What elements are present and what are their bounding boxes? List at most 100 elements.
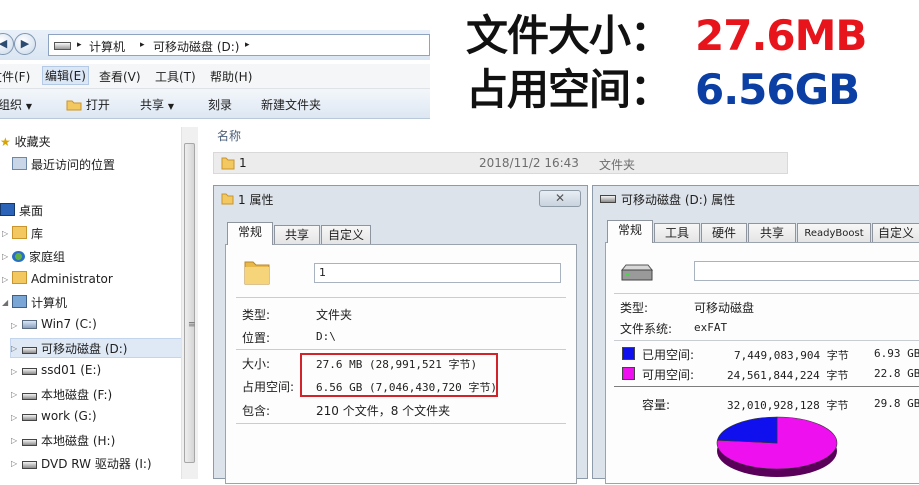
divider — [614, 340, 919, 341]
menu-file[interactable]: 文件(F) — [0, 68, 30, 85]
drive-label-input[interactable] — [694, 261, 919, 281]
nav-administrator-label: Administrator — [31, 272, 113, 286]
disk-usage-headline-value: 6.56GB — [695, 65, 860, 114]
burn-button[interactable]: 刻录 — [208, 96, 232, 113]
menu-edit[interactable]: 编辑(E) — [42, 66, 89, 85]
contains-label: 包含: — [242, 404, 271, 418]
nav-drive-i[interactable]: DVD RW 驱动器 (I:) — [22, 455, 152, 472]
expand-arrow-icon[interactable]: ▷ — [11, 367, 17, 376]
desktop-icon — [0, 203, 15, 216]
size-on-disk-value: 6.56 GB (7,046,430,720 字节) — [316, 381, 497, 394]
share-label: 共享 — [140, 98, 165, 112]
expand-arrow-icon[interactable]: ▷ — [2, 275, 8, 284]
drive-properties-dialog: 可移动磁盘 (D:) 属性 常规 工具 硬件 共享 ReadyBoost 自定义… — [592, 185, 919, 484]
folder-icon — [221, 193, 234, 205]
collapse-arrow-icon[interactable]: ◢ — [2, 298, 8, 307]
column-header-name[interactable]: 名称 — [217, 127, 241, 144]
close-button[interactable]: ✕ — [539, 190, 581, 207]
expand-arrow-icon[interactable]: ▷ — [11, 436, 17, 445]
drive-icon — [22, 393, 37, 400]
disk-usage-headline-label: 占用空间： — [466, 65, 672, 114]
free-space-bytes: 24,561,844,224 字节 — [727, 369, 849, 382]
nav-drive-h[interactable]: 本地磁盘 (H:) — [22, 432, 115, 449]
dialog-body: 1 类型: 文件夹 位置: D:\ 大小: 27.6 MB (28,991,52… — [225, 244, 577, 484]
nav-computer[interactable]: 计算机 — [12, 294, 67, 311]
dropdown-arrow-icon: ▼ — [25, 102, 32, 111]
expand-arrow-icon[interactable]: ▷ — [11, 344, 17, 353]
size-on-disk-label: 占用空间: — [242, 380, 295, 394]
free-space-label: 可用空间: — [642, 368, 695, 382]
drive-icon — [22, 368, 37, 375]
dvd-drive-icon — [22, 461, 37, 469]
menu-help[interactable]: 帮助(H) — [210, 68, 252, 85]
tab-tools[interactable]: 工具 — [654, 223, 700, 243]
tab-sharing[interactable]: 共享 — [748, 223, 796, 243]
tab-general[interactable]: 常规 — [227, 222, 273, 245]
scrollbar-thumb[interactable]: ≡ — [184, 143, 196, 463]
nav-drive-h-label: 本地磁盘 (H:) — [41, 434, 116, 448]
nav-homegroup[interactable]: 家庭组 — [12, 248, 65, 265]
nav-recent-places[interactable]: 最近访问的位置 — [12, 156, 115, 173]
capacity-label: 容量: — [642, 398, 671, 412]
expand-arrow-icon[interactable]: ▷ — [2, 252, 8, 261]
nav-desktop[interactable]: 桌面 — [0, 202, 43, 219]
menu-view[interactable]: 查看(V) — [99, 68, 141, 85]
organize-button[interactable]: 组织 ▼ — [0, 96, 32, 113]
expand-arrow-icon[interactable]: ▷ — [11, 459, 17, 468]
breadcrumb-drive[interactable]: 可移动磁盘 (D:) — [153, 38, 239, 55]
tab-hardware[interactable]: 硬件 — [701, 223, 747, 243]
tab-sharing[interactable]: 共享 — [274, 225, 320, 245]
nav-drive-c[interactable]: Win7 (C:) — [22, 317, 97, 331]
expand-arrow-icon[interactable]: ▷ — [2, 229, 8, 238]
menu-tools[interactable]: 工具(T) — [155, 68, 196, 85]
menu-bar: 文件(F) 编辑(E) 查看(V) 工具(T) 帮助(H) — [0, 64, 430, 89]
open-button[interactable]: 打开 — [66, 96, 110, 113]
nav-favorites[interactable]: ★ 收藏夹 — [0, 133, 51, 150]
breadcrumb-separator-icon: ▸ — [245, 40, 250, 50]
free-space-swatch — [622, 367, 635, 380]
tab-readyboost[interactable]: ReadyBoost — [797, 223, 871, 243]
tab-general[interactable]: 常规 — [607, 220, 653, 243]
nav-computer-label: 计算机 — [31, 296, 68, 310]
expand-arrow-icon[interactable]: ▷ — [11, 321, 17, 330]
folder-icon — [221, 157, 235, 170]
breadcrumb-computer[interactable]: 计算机 — [89, 38, 125, 55]
file-size-headline-value: 27.6MB — [695, 11, 867, 60]
nav-administrator[interactable]: Administrator — [12, 271, 113, 286]
library-icon — [12, 226, 27, 239]
nav-drive-g[interactable]: work (G:) — [22, 409, 97, 423]
tab-customize[interactable]: 自定义 — [872, 223, 919, 243]
used-space-bytes: 7,449,083,904 字节 — [734, 349, 849, 362]
address-box[interactable]: ▸ 计算机 ▸ 可移动磁盘 (D:) ▸ — [48, 34, 430, 56]
size-label: 大小: — [242, 357, 271, 371]
nav-libraries[interactable]: 库 — [12, 225, 43, 242]
nav-drive-e[interactable]: ssd01 (E:) — [22, 363, 101, 377]
nav-drive-f[interactable]: 本地磁盘 (F:) — [22, 386, 112, 403]
expand-arrow-icon[interactable]: ▷ — [11, 390, 17, 399]
forward-button[interactable]: ▶ — [14, 33, 36, 55]
drive-icon — [54, 42, 71, 50]
back-button[interactable]: ◀ — [0, 33, 14, 55]
dropdown-arrow-icon: ▼ — [167, 102, 174, 111]
nav-drive-d[interactable]: 可移动磁盘 (D:) — [22, 340, 127, 357]
divider — [236, 349, 566, 350]
drive-icon — [22, 439, 37, 446]
dialog-title: 可移动磁盘 (D:) 属性 — [621, 193, 736, 207]
organize-label: 组织 — [0, 98, 23, 112]
nav-drive-i-label: DVD RW 驱动器 (I:) — [41, 457, 152, 471]
open-label: 打开 — [85, 98, 110, 112]
used-space-size: 6.93 GB — [874, 347, 919, 360]
folder-name-input[interactable]: 1 — [314, 263, 561, 283]
nav-scrollbar[interactable]: ≡ — [181, 127, 198, 479]
file-row[interactable]: 1 2018/11/2 16:43 文件夹 — [213, 152, 788, 174]
type-value: 文件夹 — [316, 308, 353, 322]
breadcrumb-separator-icon: ▸ — [77, 40, 82, 50]
pie-slice-used — [716, 416, 778, 444]
share-button[interactable]: 共享 ▼ — [140, 96, 174, 113]
tab-customize[interactable]: 自定义 — [321, 225, 371, 245]
new-folder-button[interactable]: 新建文件夹 — [261, 96, 321, 113]
homegroup-icon — [12, 251, 25, 262]
recent-places-icon — [12, 157, 27, 170]
nav-desktop-label: 桌面 — [19, 204, 44, 218]
expand-arrow-icon[interactable]: ▷ — [11, 413, 17, 422]
